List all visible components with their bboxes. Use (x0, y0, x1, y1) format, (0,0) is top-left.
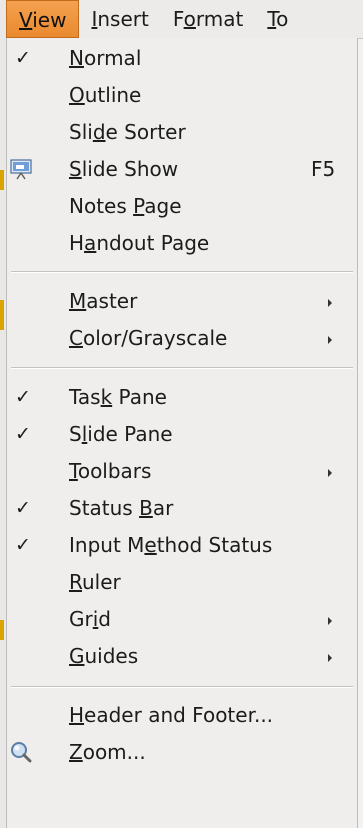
submenu-arrow-icon (328, 617, 332, 625)
menubar-insert[interactable]: Insert (79, 0, 160, 38)
menu-separator (11, 367, 353, 369)
menu-item-label: Master (69, 289, 138, 313)
checkmark-icon: ✓ (15, 497, 31, 519)
menu-item-label: Normal (69, 46, 142, 70)
menu-item-toolbars[interactable]: Toolbars (7, 454, 357, 488)
menu-item-label: Handout Page (69, 231, 210, 255)
menu-bar: View Insert Format To (6, 0, 363, 39)
menu-item-label: Slide Show (69, 157, 179, 181)
menu-separator (11, 271, 353, 273)
menu-item-label: Input Method Status (69, 533, 273, 557)
menu-item-outline[interactable]: Outline (7, 78, 357, 112)
menu-item-handout-page[interactable]: Handout Page (7, 226, 357, 260)
menu-item-notes-page[interactable]: Notes Page (7, 189, 357, 223)
menu-item-slide-sorter[interactable]: Slide Sorter (7, 115, 357, 149)
menu-item-label: Notes Page (69, 194, 182, 218)
menu-item-task-pane[interactable]: ✓ Task Pane (7, 380, 357, 414)
document-marker (0, 620, 4, 640)
shortcut-label: F5 (311, 157, 336, 181)
menu-separator (11, 686, 353, 688)
menu-item-slide-pane[interactable]: ✓ Slide Pane (7, 417, 357, 451)
menu-item-label: Slide Pane (69, 422, 173, 446)
document-marker (0, 170, 4, 190)
menu-item-label: Status Bar (69, 496, 174, 520)
menu-item-input-method-status[interactable]: ✓ Input Method Status (7, 528, 357, 562)
submenu-arrow-icon (328, 336, 332, 344)
menu-item-label: Header and Footer... (69, 703, 274, 727)
submenu-arrow-icon (328, 654, 332, 662)
menu-item-label: Grid (69, 607, 111, 631)
menu-item-label: Ruler (69, 570, 121, 594)
document-marker (0, 300, 4, 330)
submenu-arrow-icon (328, 299, 332, 307)
menu-item-header-and-footer[interactable]: Header and Footer... (7, 698, 357, 732)
menu-item-label: Outline (69, 83, 142, 107)
menu-item-ruler[interactable]: Ruler (7, 565, 357, 599)
menu-item-guides[interactable]: Guides (7, 639, 357, 673)
menu-item-zoom[interactable]: Zoom... (7, 735, 357, 769)
menu-item-label: Toolbars (69, 459, 152, 483)
checkmark-icon: ✓ (15, 386, 31, 408)
menu-item-color-grayscale[interactable]: Color/Grayscale (7, 321, 357, 355)
menu-item-slide-show[interactable]: Slide Show F5 (7, 152, 357, 186)
menubar-tools[interactable]: To (255, 0, 300, 38)
submenu-arrow-icon (328, 469, 332, 477)
menu-item-status-bar[interactable]: ✓ Status Bar (7, 491, 357, 525)
view-menu-dropdown: ✓ Normal Outline Slide Sorter Slide Show… (6, 38, 358, 828)
menu-item-label: Guides (69, 644, 139, 668)
menu-item-label: Color/Grayscale (69, 326, 228, 350)
menu-item-label: Task Pane (69, 385, 167, 409)
checkmark-icon: ✓ (15, 534, 31, 556)
menu-item-label: Zoom... (69, 740, 146, 764)
menu-item-normal[interactable]: ✓ Normal (7, 41, 357, 75)
checkmark-icon: ✓ (15, 423, 31, 445)
menubar-view[interactable]: View (6, 0, 80, 38)
checkmark-icon: ✓ (15, 47, 31, 69)
slideshow-icon (10, 159, 32, 180)
zoom-icon (11, 742, 32, 763)
menu-item-label: Slide Sorter (69, 120, 186, 144)
menu-item-master[interactable]: Master (7, 284, 357, 318)
menubar-format[interactable]: Format (161, 0, 256, 38)
menu-item-grid[interactable]: Grid (7, 602, 357, 636)
